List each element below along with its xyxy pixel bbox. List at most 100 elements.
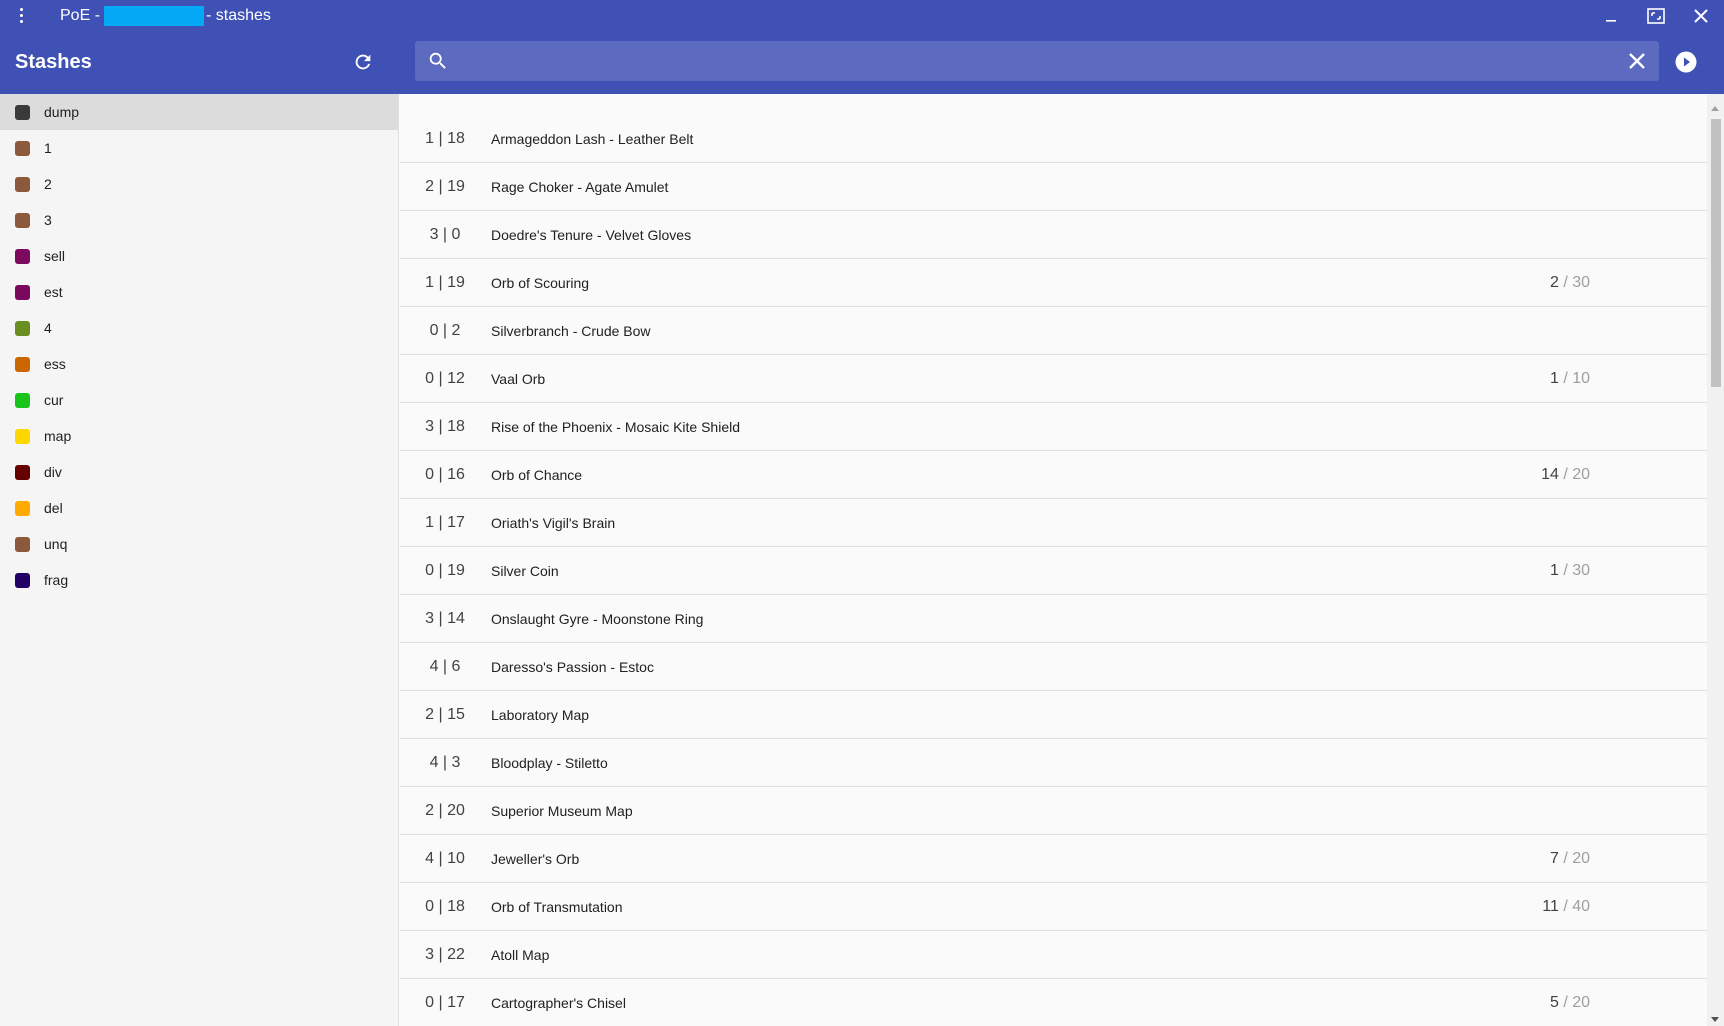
more-vert-icon[interactable] xyxy=(12,5,30,25)
stash-color-swatch xyxy=(15,104,30,120)
item-name: Onslaught Gyre - Moonstone Ring xyxy=(491,611,704,627)
sidebar-item-cur[interactable]: cur xyxy=(0,382,398,418)
item-name: Orb of Scouring xyxy=(491,275,590,291)
sidebar-item-frag[interactable]: frag xyxy=(0,562,398,598)
list-item[interactable]: 1 | 17 Oriath's Vigil's Brain xyxy=(400,499,1707,547)
item-name: Jeweller's Orb xyxy=(491,851,580,867)
sidebar-item-sell[interactable]: sell xyxy=(0,238,398,274)
sidebar-item-1[interactable]: 1 xyxy=(0,130,398,166)
item-name: Cartographer's Chisel xyxy=(491,995,626,1011)
item-position: 0 | 19 xyxy=(425,562,465,579)
list-item[interactable]: 0 | 16 Orb of Chance 14 / 20 xyxy=(400,451,1707,499)
sidebar-item-label: sell xyxy=(44,248,66,264)
sidebar-item-2[interactable]: 2 xyxy=(0,166,398,202)
minimize-button[interactable] xyxy=(1588,0,1633,31)
stash-color-swatch xyxy=(15,140,30,156)
sidebar-item-label: div xyxy=(44,464,62,480)
list-item[interactable]: 0 | 12 Vaal Orb 1 / 10 xyxy=(400,355,1707,403)
maximize-button[interactable] xyxy=(1633,0,1678,31)
clear-icon[interactable] xyxy=(1627,51,1647,71)
maximize-icon xyxy=(1646,7,1665,24)
sidebar-item-label: 4 xyxy=(44,320,52,336)
sidebar-item-label: dump xyxy=(44,104,80,120)
item-name: Laboratory Map xyxy=(491,707,590,723)
item-position: 1 | 18 xyxy=(425,130,465,147)
list-item[interactable]: 4 | 10 Jeweller's Orb 7 / 20 xyxy=(400,835,1707,883)
play-circle-icon[interactable] xyxy=(1674,50,1698,74)
close-button[interactable] xyxy=(1678,0,1723,31)
list-item[interactable]: 2 | 20 Superior Museum Map xyxy=(400,787,1707,835)
stash-color-swatch xyxy=(15,536,30,552)
stack-max: / 20 xyxy=(1563,850,1590,867)
item-position: 0 | 12 xyxy=(425,370,465,387)
list-item[interactable]: 1 | 18 Armageddon Lash - Leather Belt xyxy=(400,115,1707,163)
sidebar-item-del[interactable]: del xyxy=(0,490,398,526)
list-item[interactable]: 4 | 6 Daresso's Passion - Estoc xyxy=(400,643,1707,691)
item-position: 1 | 17 xyxy=(425,514,465,531)
sidebar-item-label: frag xyxy=(44,572,69,588)
scroll-down-arrow-icon[interactable] xyxy=(1711,1017,1719,1022)
stack-count: 7 xyxy=(1549,850,1559,867)
item-stack-size: 7 / 20 xyxy=(1550,835,1590,883)
item-stack-size: 5 / 20 xyxy=(1550,979,1590,1026)
list-item[interactable]: 2 | 19 Rage Choker - Agate Amulet xyxy=(400,163,1707,211)
stash-color-swatch xyxy=(15,392,30,408)
list-item[interactable]: 0 | 19 Silver Coin 1 / 30 xyxy=(400,547,1707,595)
stack-count: 1 xyxy=(1549,562,1559,579)
list-item[interactable]: 3 | 18 Rise of the Phoenix - Mosaic Kite … xyxy=(400,403,1707,451)
scrollbar-thumb[interactable] xyxy=(1711,119,1721,387)
stash-color-swatch xyxy=(15,284,30,300)
item-name: Atoll Map xyxy=(491,947,550,963)
sidebar-item-3[interactable]: 3 xyxy=(0,202,398,238)
item-position: 0 | 18 xyxy=(425,898,465,915)
sidebar-item-div[interactable]: div xyxy=(0,454,398,490)
stack-max: / 20 xyxy=(1563,994,1590,1011)
item-position: 4 | 10 xyxy=(425,850,465,867)
app-header: Stashes xyxy=(0,31,1724,94)
sidebar-item-dump[interactable]: dump xyxy=(0,94,398,130)
item-name: Superior Museum Map xyxy=(491,803,633,819)
item-name: Silverbranch - Crude Bow xyxy=(491,323,651,339)
item-position: 3 | 0 xyxy=(429,226,461,243)
search-input[interactable] xyxy=(459,41,1609,81)
stash-color-swatch xyxy=(15,320,30,336)
stash-color-swatch xyxy=(15,356,30,372)
item-position: 4 | 6 xyxy=(429,658,461,675)
stack-max: / 40 xyxy=(1563,898,1590,915)
item-name: Rise of the Phoenix - Mosaic Kite Shield xyxy=(491,419,741,435)
item-name: Daresso's Passion - Estoc xyxy=(491,659,654,675)
stash-color-swatch xyxy=(15,176,30,192)
sidebar-item-est[interactable]: est xyxy=(0,274,398,310)
list-item[interactable]: 4 | 3 Bloodplay - Stiletto xyxy=(400,739,1707,787)
item-stack-size: 2 / 30 xyxy=(1550,259,1590,307)
list-item[interactable]: 3 | 0 Doedre's Tenure - Velvet Gloves xyxy=(400,211,1707,259)
sidebar-item-label: map xyxy=(44,428,72,444)
item-name: Silver Coin xyxy=(491,563,559,579)
scrollbar[interactable] xyxy=(1707,94,1724,1026)
item-stack-size: 11 / 40 xyxy=(1542,883,1590,931)
list-item[interactable]: 1 | 19 Orb of Scouring 2 / 30 xyxy=(400,259,1707,307)
item-stack-size: 1 / 10 xyxy=(1550,355,1590,403)
list-item[interactable]: 0 | 2 Silverbranch - Crude Bow xyxy=(400,307,1707,355)
list-item[interactable]: 0 | 18 Orb of Transmutation 11 / 40 xyxy=(400,883,1707,931)
sidebar-item-label: cur xyxy=(44,392,64,408)
scroll-up-arrow-icon[interactable] xyxy=(1711,106,1719,111)
sidebar-item-label: unq xyxy=(44,536,68,552)
sidebar-item-4[interactable]: 4 xyxy=(0,310,398,346)
sidebar-item-map[interactable]: map xyxy=(0,418,398,454)
sidebar-item-unq[interactable]: unq xyxy=(0,526,398,562)
stack-count: 1 xyxy=(1549,370,1559,387)
item-position: 3 | 22 xyxy=(425,946,465,963)
item-name: Doedre's Tenure - Velvet Gloves xyxy=(491,227,692,243)
item-name: Oriath's Vigil's Brain xyxy=(491,515,616,531)
item-position: 2 | 19 xyxy=(425,178,465,195)
list-item[interactable]: 0 | 17 Cartographer's Chisel 5 / 20 xyxy=(400,979,1707,1026)
list-item[interactable]: 2 | 15 Laboratory Map xyxy=(400,691,1707,739)
refresh-button[interactable] xyxy=(349,48,377,76)
list-item[interactable]: 3 | 14 Onslaught Gyre - Moonstone Ring xyxy=(400,595,1707,643)
item-position: 0 | 2 xyxy=(429,322,461,339)
list-item[interactable]: 3 | 22 Atoll Map xyxy=(400,931,1707,979)
sidebar-item-ess[interactable]: ess xyxy=(0,346,398,382)
item-position: 0 | 17 xyxy=(425,994,465,1011)
stash-color-swatch xyxy=(15,212,30,228)
